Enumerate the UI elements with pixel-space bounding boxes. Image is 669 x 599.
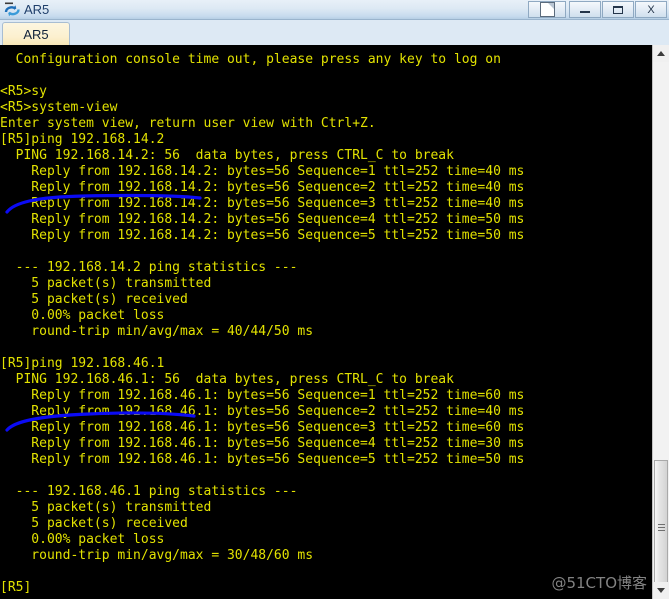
chevron-down-icon (657, 588, 665, 593)
router-icon (4, 2, 21, 18)
restore-button[interactable] (528, 1, 566, 18)
console-text: Configuration console time out, please p… (0, 52, 525, 595)
vertical-scrollbar[interactable] (652, 45, 669, 599)
maximize-icon (613, 5, 623, 14)
router-cli-window: AR5 X AR5 Configuration console time out… (0, 0, 669, 599)
tab-ar5[interactable]: AR5 (2, 22, 70, 46)
minimize-button[interactable] (569, 1, 601, 18)
restore-icon (539, 2, 555, 17)
scrollbar-track[interactable] (653, 62, 669, 599)
window-title: AR5 (24, 2, 50, 17)
console-output-area[interactable]: Configuration console time out, please p… (0, 45, 652, 599)
scroll-up-button[interactable] (653, 45, 669, 62)
tab-ar5-label: AR5 (23, 27, 49, 42)
title-bar: AR5 X (0, 0, 669, 20)
close-icon: X (647, 3, 655, 16)
minimize-icon (580, 11, 590, 13)
chevron-up-icon (657, 51, 665, 56)
tab-strip: AR5 (0, 20, 669, 46)
scrollbar-thumb-grip (658, 524, 665, 533)
close-button[interactable]: X (635, 1, 667, 18)
scrollbar-thumb[interactable] (654, 460, 668, 599)
scroll-down-button[interactable] (653, 582, 669, 599)
maximize-button[interactable] (602, 1, 634, 18)
